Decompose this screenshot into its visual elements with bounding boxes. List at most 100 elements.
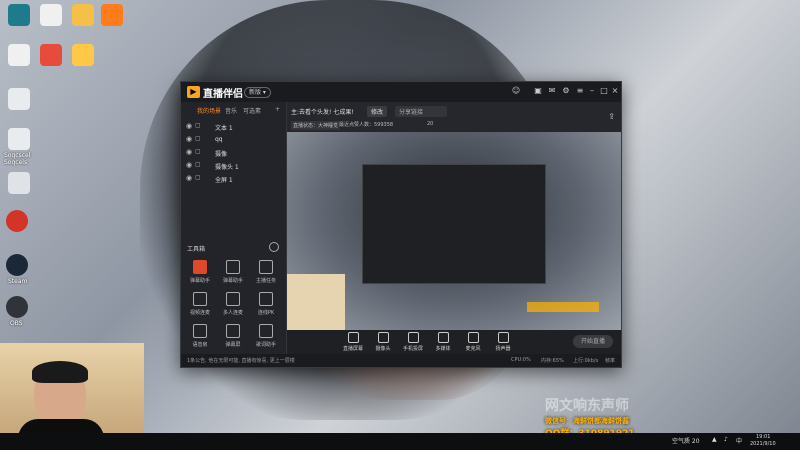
minimize-icon[interactable]: – <box>587 86 597 96</box>
folder-icon[interactable] <box>72 4 94 26</box>
share-field[interactable]: 分享链接 <box>395 106 447 117</box>
mem-usage: 内存:65% <box>541 358 564 364</box>
voice-room-icon <box>193 324 207 338</box>
tool-danmu-assistant-2[interactable]: 弹幕助手 <box>218 260 248 290</box>
lock-icon[interactable]: ▢ <box>195 122 201 129</box>
preview-overlay-text <box>527 302 599 312</box>
app-icon[interactable] <box>8 44 30 66</box>
ime-icon[interactable]: 中 <box>736 436 742 445</box>
skin-icon[interactable]: ▣ <box>533 86 543 96</box>
wechat-overlay: 微信号：海鲜饼都海鲜饼酱 <box>545 417 629 425</box>
monitor-icon <box>347 332 359 343</box>
eye-icon[interactable]: ◉ <box>186 148 192 156</box>
app-icon[interactable] <box>72 44 94 66</box>
tool-danmu-screen[interactable]: 弹幕屏 <box>218 324 248 354</box>
video-link-icon <box>193 292 207 306</box>
streamer-shirt <box>18 419 104 433</box>
version-badge[interactable]: 新版 ▾ <box>244 87 271 98</box>
scene-item[interactable]: ◉ ▢ 摄像头 1 <box>181 159 286 172</box>
user-icon <box>226 260 240 274</box>
tab-my-scenes[interactable]: 我的场景 <box>197 106 221 115</box>
mic-button[interactable]: 麦克风 <box>459 332 487 352</box>
tool-danmu-assistant[interactable]: 弹幕助手 <box>185 260 215 290</box>
phone-cast-button[interactable]: 手机投屏 <box>399 332 427 352</box>
media-button[interactable]: 多媒体 <box>429 332 457 352</box>
fps-label: 帧率 <box>605 358 616 364</box>
scene-item[interactable]: ◉ ▢ 全屏 1 <box>181 172 286 185</box>
lock-icon[interactable]: ▢ <box>195 148 201 155</box>
mail-icon[interactable]: ✉ <box>547 86 557 96</box>
steam-icon[interactable] <box>6 254 28 276</box>
tool-voice-room[interactable]: 语音房 <box>185 324 215 354</box>
tab-materials[interactable]: 可选素 <box>243 106 261 115</box>
scene-item[interactable]: ◉ ▢ 摄像 <box>181 146 286 159</box>
close-icon[interactable]: × <box>610 86 620 96</box>
viewer-stat: 最近点赞人数：599358 <box>339 122 394 128</box>
tool-multi-link[interactable]: 多人连麦 <box>218 292 248 322</box>
scene-item[interactable]: ◉ ▢ qq <box>181 133 286 146</box>
doc-icon[interactable] <box>8 172 30 194</box>
settings-icon[interactable] <box>101 4 123 26</box>
desktop-icon-label: Soqcscel Soqcels <box>4 152 31 166</box>
screen-capture-button[interactable]: 直播屏幕 <box>339 332 367 352</box>
taskbar: 空气质 20 ▲ ♪ 中 19:01 2021/9/10 <box>0 433 800 450</box>
app-logo-icon: ▶ <box>187 86 200 98</box>
volume-icon[interactable]: ♪ <box>724 436 728 443</box>
task-icon <box>259 260 273 274</box>
speaker-button[interactable]: 扬声器 <box>489 332 517 352</box>
weather-text[interactable]: 空气质 20 <box>672 436 700 445</box>
scene-item[interactable]: ◉ ▢ 文本 1 <box>181 120 286 133</box>
doc-icon[interactable] <box>8 88 30 110</box>
tool-video-link[interactable]: 视频连麦 <box>185 292 215 322</box>
lock-icon[interactable]: ▢ <box>195 174 201 181</box>
mic-icon <box>467 332 479 343</box>
eye-icon[interactable]: ◉ <box>186 174 192 182</box>
tab-music[interactable]: 音乐 <box>225 106 237 115</box>
net-usage: 上行:0kb/s <box>573 358 599 364</box>
obs-icon[interactable] <box>6 296 28 318</box>
live-companion-window: ▶ 直播伴侣 新版 ▾ ☺ ▣ ✉ ⚙ ≡ – □ × 我的场景 音乐 可选素 … <box>180 81 622 368</box>
left-panel: 我的场景 音乐 可选素 + ◉ ▢ 文本 1 ◉ ▢ qq ◉ ▢ 摄像 ◉ ▢ 摄像头 1 ◉… <box>181 102 287 367</box>
menu-icon[interactable]: ≡ <box>575 86 585 96</box>
share-icon[interactable]: ⇪ <box>608 112 615 121</box>
avatar[interactable]: ☺ <box>511 86 521 96</box>
eye-icon[interactable]: ◉ <box>186 122 192 130</box>
camera-button[interactable]: 摄像头 <box>369 332 397 352</box>
watermark-text: 网文响东声师 <box>545 398 629 414</box>
nested-preview <box>362 164 546 284</box>
danmu-screen-icon <box>226 324 240 338</box>
status-bar: 1条公告, 他在无限可能, 直播有惊喜, 更上一层楼 CPU:0% 内存:65%… <box>181 354 621 367</box>
clock-date[interactable]: 2021/9/10 <box>750 441 776 447</box>
streamer-hair <box>32 361 88 383</box>
room-title[interactable]: 主:去看个头发! 七成果! <box>291 107 354 116</box>
start-live-button[interactable]: 开始直播 <box>573 335 613 348</box>
add-tab-icon[interactable]: + <box>275 106 280 113</box>
eye-icon[interactable]: ◉ <box>186 135 192 143</box>
toolbox-label: 工具箱 <box>187 246 206 253</box>
edit-button[interactable]: 修改 <box>367 106 388 117</box>
clock-time[interactable]: 19:01 <box>756 434 770 440</box>
app-icon[interactable] <box>8 4 30 26</box>
lock-icon[interactable]: ▢ <box>195 135 201 142</box>
desktop-icon-label: Steam <box>8 278 28 285</box>
netease-music-icon[interactable] <box>6 210 28 232</box>
pk-icon <box>259 292 273 306</box>
toolbox-settings-icon[interactable] <box>269 242 279 252</box>
maximize-icon[interactable]: □ <box>599 86 609 96</box>
doc-icon[interactable] <box>8 128 30 150</box>
tool-pk[interactable]: 连线PK <box>251 292 281 322</box>
lock-icon[interactable]: ▢ <box>195 161 201 168</box>
stream-preview[interactable] <box>287 132 621 330</box>
tool-lyrics[interactable]: 歌词助手 <box>251 324 281 354</box>
multi-link-icon <box>226 292 240 306</box>
network-icon[interactable]: ▲ <box>712 436 717 443</box>
source-toolbar: 直播屏幕 摄像头 手机投屏 多媒体 麦克风 扬声器 开始直播 <box>287 330 621 354</box>
app-icon[interactable] <box>40 44 62 66</box>
tool-host-task[interactable]: 主播任务 <box>251 260 281 290</box>
eye-icon[interactable]: ◉ <box>186 161 192 169</box>
phone-icon <box>407 332 419 343</box>
gear-icon[interactable]: ⚙ <box>561 86 571 96</box>
desktop-icon-label: OBS <box>10 320 23 327</box>
camera-icon <box>377 332 389 343</box>
doc-icon[interactable] <box>40 4 62 26</box>
